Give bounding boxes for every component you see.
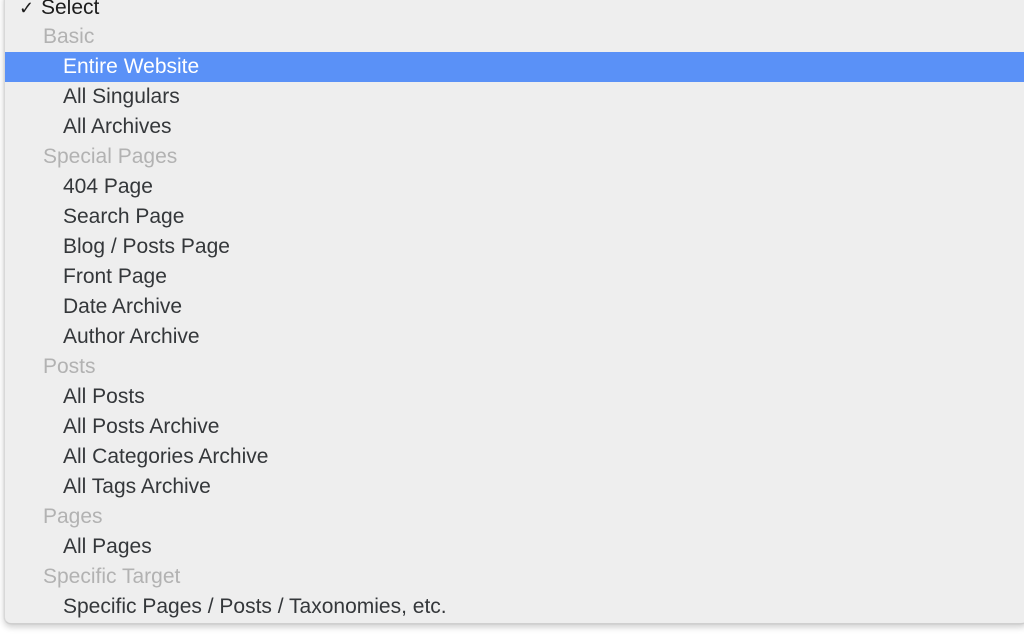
menu-item[interactable]: Date Archive	[5, 292, 1024, 322]
menu-item[interactable]: Front Page	[5, 262, 1024, 292]
menu-scroll-area[interactable]: ✓Select BasicEntire WebsiteAll Singulars…	[5, 0, 1024, 623]
menu-item[interactable]: All Tags Archive	[5, 472, 1024, 502]
menu-item[interactable]: Search Page	[5, 202, 1024, 232]
menu-group-header: Basic	[5, 22, 1024, 52]
menu-group-header: Posts	[5, 352, 1024, 382]
menu-group-header: Special Pages	[5, 142, 1024, 172]
menu-item[interactable]: Specific Pages / Posts / Taxonomies, etc…	[5, 592, 1024, 622]
menu-group-header: Specific Target	[5, 562, 1024, 592]
menu-item[interactable]: All Posts Archive	[5, 412, 1024, 442]
menu-item[interactable]: Entire Website	[5, 52, 1024, 82]
select-dropdown-menu[interactable]: ✓Select BasicEntire WebsiteAll Singulars…	[4, 0, 1024, 624]
menu-item[interactable]: Blog / Posts Page	[5, 232, 1024, 262]
menu-header-label: Select	[39, 0, 99, 22]
menu-header-select[interactable]: ✓Select	[5, 0, 1024, 22]
menu-item[interactable]: All Posts	[5, 382, 1024, 412]
menu-groups: BasicEntire WebsiteAll SingularsAll Arch…	[5, 22, 1024, 622]
menu-item[interactable]: 404 Page	[5, 172, 1024, 202]
menu-item[interactable]: All Pages	[5, 532, 1024, 562]
checkmark-icon: ✓	[19, 0, 39, 22]
menu-item[interactable]: All Archives	[5, 112, 1024, 142]
menu-item[interactable]: Author Archive	[5, 322, 1024, 352]
menu-item[interactable]: All Categories Archive	[5, 442, 1024, 472]
menu-group-header: Pages	[5, 502, 1024, 532]
menu-item[interactable]: All Singulars	[5, 82, 1024, 112]
